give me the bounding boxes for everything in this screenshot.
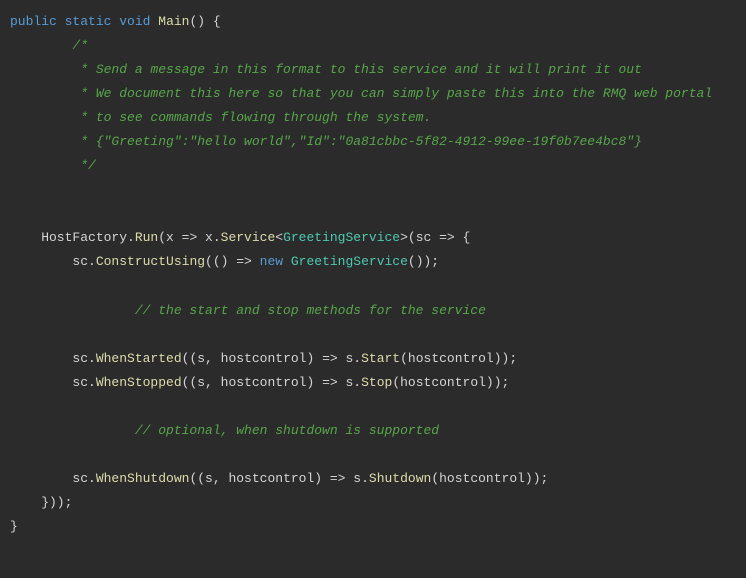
whenstopped-mid: ((s, hostcontrol) => s. [182, 375, 361, 390]
comment-l2: * Send a message in this format to this … [10, 62, 642, 77]
comment-open: /* [10, 38, 88, 53]
space [283, 254, 291, 269]
method-whenstarted: WhenStarted [96, 351, 182, 366]
hostfactory-tail: >(sc => { [400, 230, 470, 245]
comment-close: */ [10, 158, 96, 173]
method-start: Start [361, 351, 400, 366]
line1-tail: () { [190, 14, 221, 29]
method-whenshutdown: WhenShutdown [96, 471, 190, 486]
type-greetingservice-new: GreetingService [291, 254, 408, 269]
whenstarted-pre: sc. [10, 351, 96, 366]
whenshutdown-pre: sc. [10, 471, 96, 486]
keyword-public: public [10, 14, 57, 29]
comment-startstop: // the start and stop methods for the se… [10, 303, 486, 318]
whenstarted-mid: ((s, hostcontrol) => s. [182, 351, 361, 366]
method-shutdown: Shutdown [369, 471, 431, 486]
method-main: Main [158, 14, 189, 29]
method-service: Service [221, 230, 276, 245]
comment-optional: // optional, when shutdown is supported [10, 423, 439, 438]
construct-pre: sc. [10, 254, 96, 269]
method-stop: Stop [361, 375, 392, 390]
hostfactory-pre: HostFactory. [10, 230, 135, 245]
method-run: Run [135, 230, 158, 245]
construct-tail: ()); [408, 254, 439, 269]
whenstopped-tail: (hostcontrol)); [392, 375, 509, 390]
comment-l3: * We document this here so that you can … [10, 86, 712, 101]
hostfactory-mid1: (x => x. [158, 230, 220, 245]
code-block: public static void Main() { /* * Send a … [0, 0, 746, 578]
method-whenstopped: WhenStopped [96, 375, 182, 390]
type-greetingservice: GreetingService [283, 230, 400, 245]
keyword-static: static [65, 14, 112, 29]
lt: < [275, 230, 283, 245]
keyword-void: void [119, 14, 150, 29]
whenshutdown-mid: ((s, hostcontrol) => s. [189, 471, 368, 486]
close-brace1: })); [10, 495, 72, 510]
comment-l4: * to see commands flowing through the sy… [10, 110, 431, 125]
close-brace2: } [10, 519, 18, 534]
method-constructusing: ConstructUsing [96, 254, 205, 269]
whenstopped-pre: sc. [10, 375, 96, 390]
keyword-new: new [260, 254, 283, 269]
whenstarted-tail: (hostcontrol)); [400, 351, 517, 366]
whenshutdown-tail: (hostcontrol)); [431, 471, 548, 486]
construct-mid: (() => [205, 254, 260, 269]
comment-l5: * {"Greeting":"hello world","Id":"0a81cb… [10, 134, 642, 149]
